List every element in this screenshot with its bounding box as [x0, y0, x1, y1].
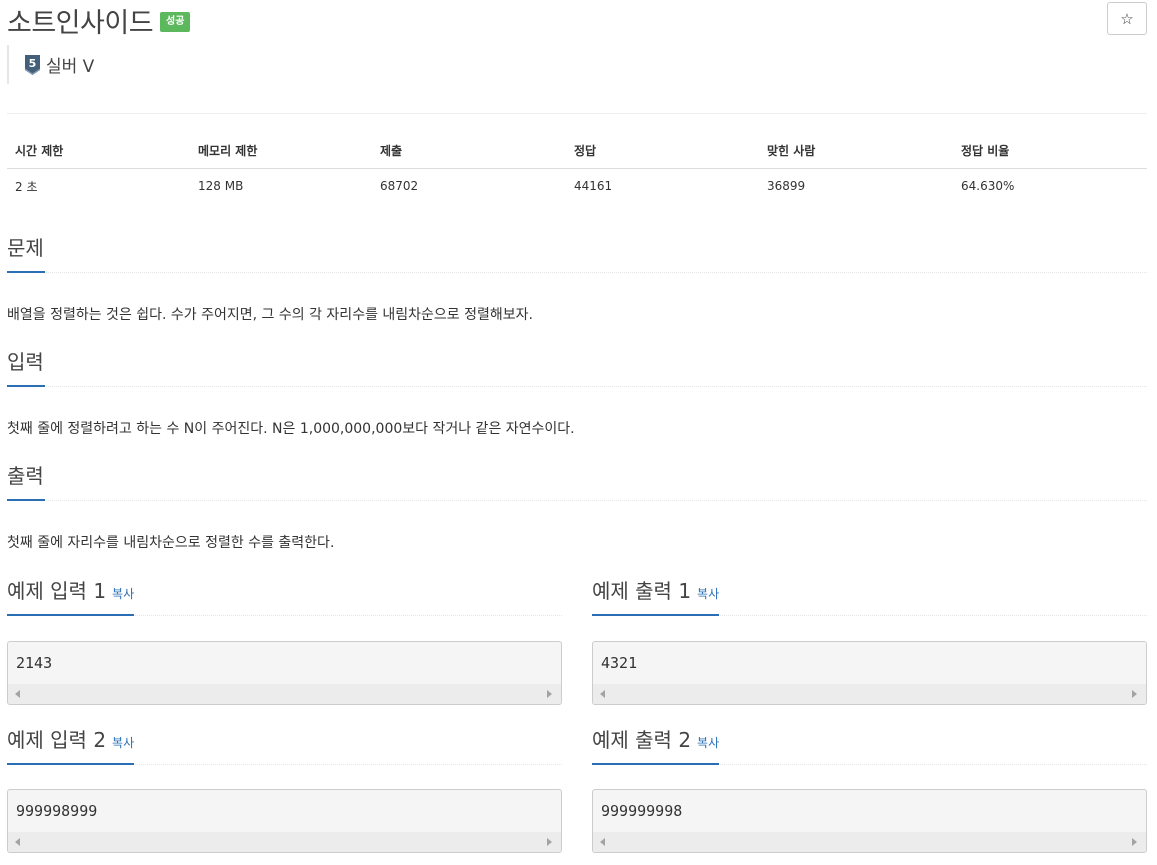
sample-output-1-heading: 예제 출력 1 — [592, 579, 692, 603]
tier-level-number: 5 — [29, 57, 37, 70]
table-row: 2 초 128 MB 68702 44161 36899 64.630% — [7, 168, 1147, 204]
silver-tier-icon: 5 — [24, 54, 41, 75]
sample-output-2-headline: 예제 출력 2 복사 — [592, 725, 1147, 765]
value-memory-limit: 128 MB — [198, 179, 244, 194]
star-button[interactable]: ☆ — [1107, 2, 1147, 35]
header-accepted: 정답 — [566, 134, 759, 169]
horizontal-scrollbar[interactable] — [8, 684, 561, 704]
scroll-right-arrow-icon[interactable] — [547, 690, 552, 698]
sample-output-2-box[interactable]: 999999998 — [592, 789, 1147, 853]
scroll-left-arrow-icon[interactable] — [600, 690, 605, 698]
sample-output-1-box[interactable]: 4321 — [592, 641, 1147, 705]
star-icon: ☆ — [1120, 9, 1134, 28]
sample-input-2-box[interactable]: 999998999 — [7, 789, 562, 853]
scroll-right-arrow-icon[interactable] — [1132, 690, 1137, 698]
sample-output-1-value: 4321 — [601, 654, 638, 672]
tier-label: 실버 V — [46, 57, 95, 77]
page-title: 소트인사이드 — [7, 7, 154, 39]
horizontal-scrollbar[interactable] — [593, 684, 1146, 704]
copy-sample-input-1-link[interactable]: 복사 — [112, 587, 134, 601]
result-badge: 성공 — [160, 12, 191, 32]
sample-input-1-box[interactable]: 2143 — [7, 641, 562, 705]
output-headline: 출력 — [7, 461, 1147, 501]
header-submissions: 제출 — [372, 134, 566, 169]
scroll-right-arrow-icon[interactable] — [547, 838, 552, 846]
sample-output-1-headline: 예제 출력 1 복사 — [592, 576, 1147, 616]
description-heading: 문제 — [7, 233, 45, 273]
output-heading: 출력 — [7, 461, 45, 501]
sample-input-1-value: 2143 — [16, 654, 53, 672]
sample-input-2-heading: 예제 입력 2 — [7, 728, 107, 752]
scroll-left-arrow-icon[interactable] — [15, 690, 20, 698]
input-heading: 입력 — [7, 347, 45, 387]
scroll-left-arrow-icon[interactable] — [15, 838, 20, 846]
table-header-row: 시간 제한 메모리 제한 제출 정답 맞힌 사람 정답 비율 — [7, 134, 1147, 169]
value-accepted: 44161 — [574, 179, 613, 194]
value-accept-ratio: 64.630% — [961, 179, 1015, 194]
value-time-limit: 2 초 — [15, 179, 38, 194]
input-text: 첫째 줄에 정렬하려고 하는 수 N이 주어진다. N은 1,000,000,0… — [7, 421, 575, 437]
header-time-limit: 시간 제한 — [7, 134, 190, 169]
input-headline: 입력 — [7, 347, 1147, 387]
header-accept-ratio: 정답 비율 — [953, 134, 1147, 169]
description-headline: 문제 — [7, 233, 1147, 273]
tier-block: 5 실버 V — [7, 45, 94, 84]
horizontal-scrollbar[interactable] — [8, 832, 561, 852]
value-submissions: 68702 — [380, 179, 419, 194]
problem-info-table: 시간 제한 메모리 제한 제출 정답 맞힌 사람 정답 비율 2 초 128 M… — [7, 134, 1147, 204]
copy-sample-output-2-link[interactable]: 복사 — [697, 736, 719, 750]
divider — [7, 113, 1147, 114]
title-row: 소트인사이드 성공 — [7, 3, 191, 39]
output-text: 첫째 줄에 자리수를 내림차순으로 정렬한 수를 출력한다. — [7, 535, 335, 551]
value-solvers: 36899 — [767, 179, 806, 194]
copy-sample-input-2-link[interactable]: 복사 — [112, 736, 134, 750]
sample-output-2-value: 999999998 — [601, 802, 683, 820]
scroll-right-arrow-icon[interactable] — [1132, 838, 1137, 846]
horizontal-scrollbar[interactable] — [593, 832, 1146, 852]
scroll-left-arrow-icon[interactable] — [600, 838, 605, 846]
sample-input-1-headline: 예제 입력 1 복사 — [7, 576, 562, 616]
header-solvers: 맞힌 사람 — [759, 134, 953, 169]
sample-input-2-headline: 예제 입력 2 복사 — [7, 725, 562, 765]
sample-input-1-heading: 예제 입력 1 — [7, 579, 107, 603]
copy-sample-output-1-link[interactable]: 복사 — [697, 587, 719, 601]
header-memory-limit: 메모리 제한 — [190, 134, 372, 169]
description-text: 배열을 정렬하는 것은 쉽다. 수가 주어지면, 그 수의 각 자리수를 내림차… — [7, 307, 533, 323]
sample-input-2-value: 999998999 — [16, 802, 98, 820]
sample-output-2-heading: 예제 출력 2 — [592, 728, 692, 752]
